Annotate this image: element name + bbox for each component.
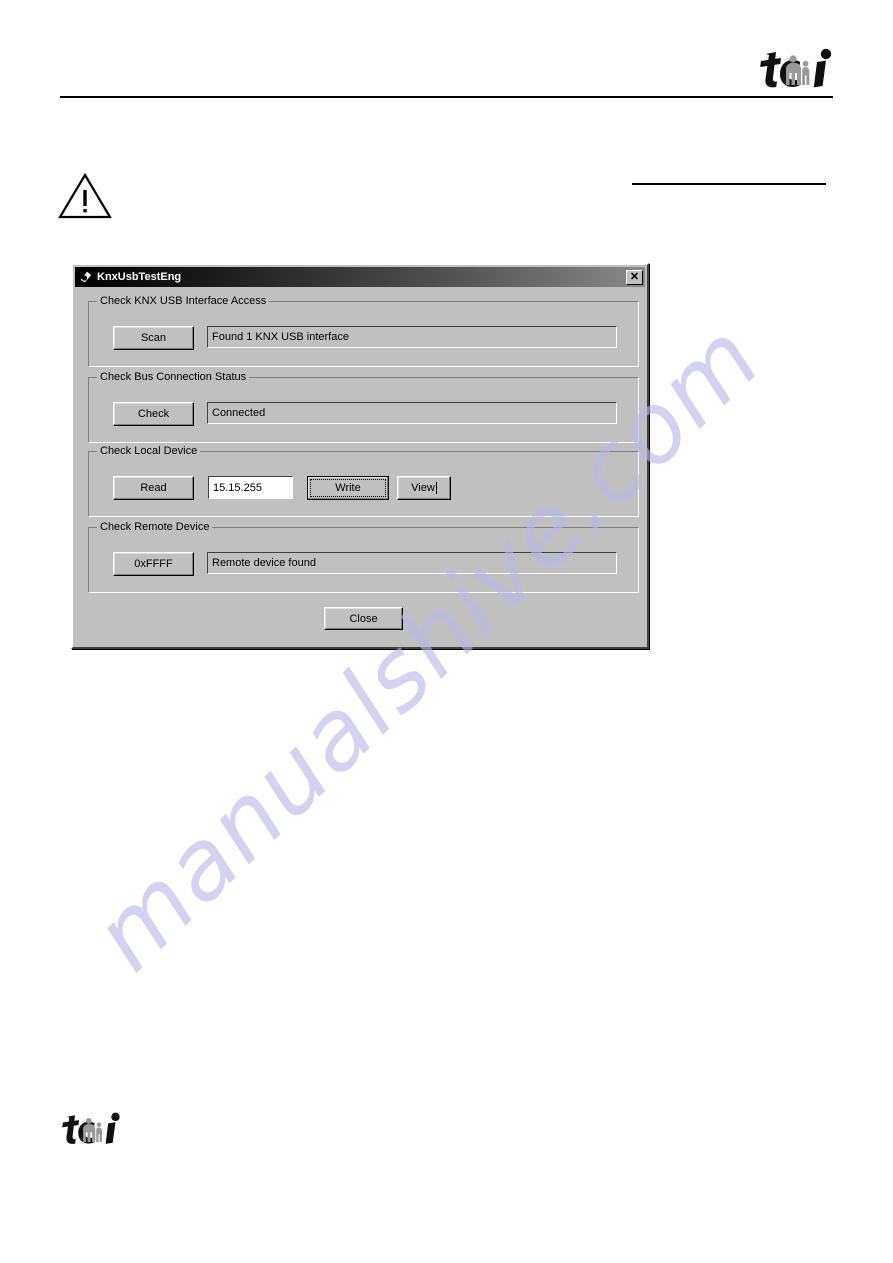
- dialog-client-area: Check KNX USB Interface Access Scan Foun…: [75, 289, 645, 645]
- dialog-title: KnxUsbTestEng: [97, 271, 182, 283]
- remote-status-text: Remote device found: [212, 557, 316, 569]
- tci-logo-header: [760, 48, 834, 90]
- close-icon[interactable]: ✕: [626, 269, 643, 285]
- interface-status-text: Found 1 KNX USB interface: [212, 331, 349, 343]
- remote-address-button[interactable]: 0xFFFF: [113, 552, 194, 576]
- dialog-titlebar[interactable]: KnxUsbTestEng ✕: [75, 267, 645, 287]
- warning-triangle-icon: [58, 172, 112, 220]
- interface-status-field: Found 1 KNX USB interface: [207, 326, 617, 348]
- device-address-input[interactable]: 15.15.255: [208, 476, 293, 499]
- text-caret: [435, 482, 437, 494]
- read-button-label: Read: [140, 482, 167, 494]
- tci-logo-footer: [62, 1112, 122, 1146]
- check-button[interactable]: Check: [113, 402, 194, 426]
- group-remote-device: Check Remote Device 0xFFFF Remote device…: [88, 521, 639, 593]
- group-interface-access: Check KNX USB Interface Access Scan Foun…: [88, 295, 639, 367]
- group-local-device: Check Local Device Read 15.15.255 Write …: [88, 445, 639, 517]
- app-icon: [78, 269, 94, 285]
- remote-address-button-label: 0xFFFF: [134, 558, 173, 570]
- remote-status-field: Remote device found: [207, 552, 617, 574]
- bus-status-text: Connected: [212, 407, 266, 419]
- group-label-local-device: Check Local Device: [97, 445, 201, 457]
- document-page: KnxUsbTestEng ✕ Check KNX USB Interface …: [0, 0, 893, 1263]
- knx-usb-test-dialog: KnxUsbTestEng ✕ Check KNX USB Interface …: [71, 263, 649, 649]
- scan-button-label: Scan: [140, 332, 167, 344]
- write-button-label: Write: [335, 482, 361, 494]
- check-button-label: Check: [137, 408, 170, 420]
- scan-button[interactable]: Scan: [113, 326, 194, 350]
- redacted-heading-rule: [632, 183, 826, 185]
- close-button-label: Close: [349, 612, 378, 625]
- header-divider: [60, 96, 833, 98]
- close-button[interactable]: Close: [324, 607, 403, 630]
- group-label-remote-device: Check Remote Device: [97, 521, 213, 533]
- view-button[interactable]: View: [397, 476, 451, 500]
- write-button[interactable]: Write: [307, 476, 389, 500]
- view-button-label: View: [411, 482, 435, 494]
- group-bus-connection: Check Bus Connection Status Check Connec…: [88, 371, 639, 443]
- bus-status-field: Connected: [207, 402, 617, 424]
- close-glyph: ✕: [629, 270, 640, 283]
- group-label-interface-access: Check KNX USB Interface Access: [97, 295, 270, 307]
- device-address-value: 15.15.255: [213, 481, 262, 494]
- group-label-bus-connection: Check Bus Connection Status: [97, 371, 250, 383]
- read-button[interactable]: Read: [113, 476, 194, 500]
